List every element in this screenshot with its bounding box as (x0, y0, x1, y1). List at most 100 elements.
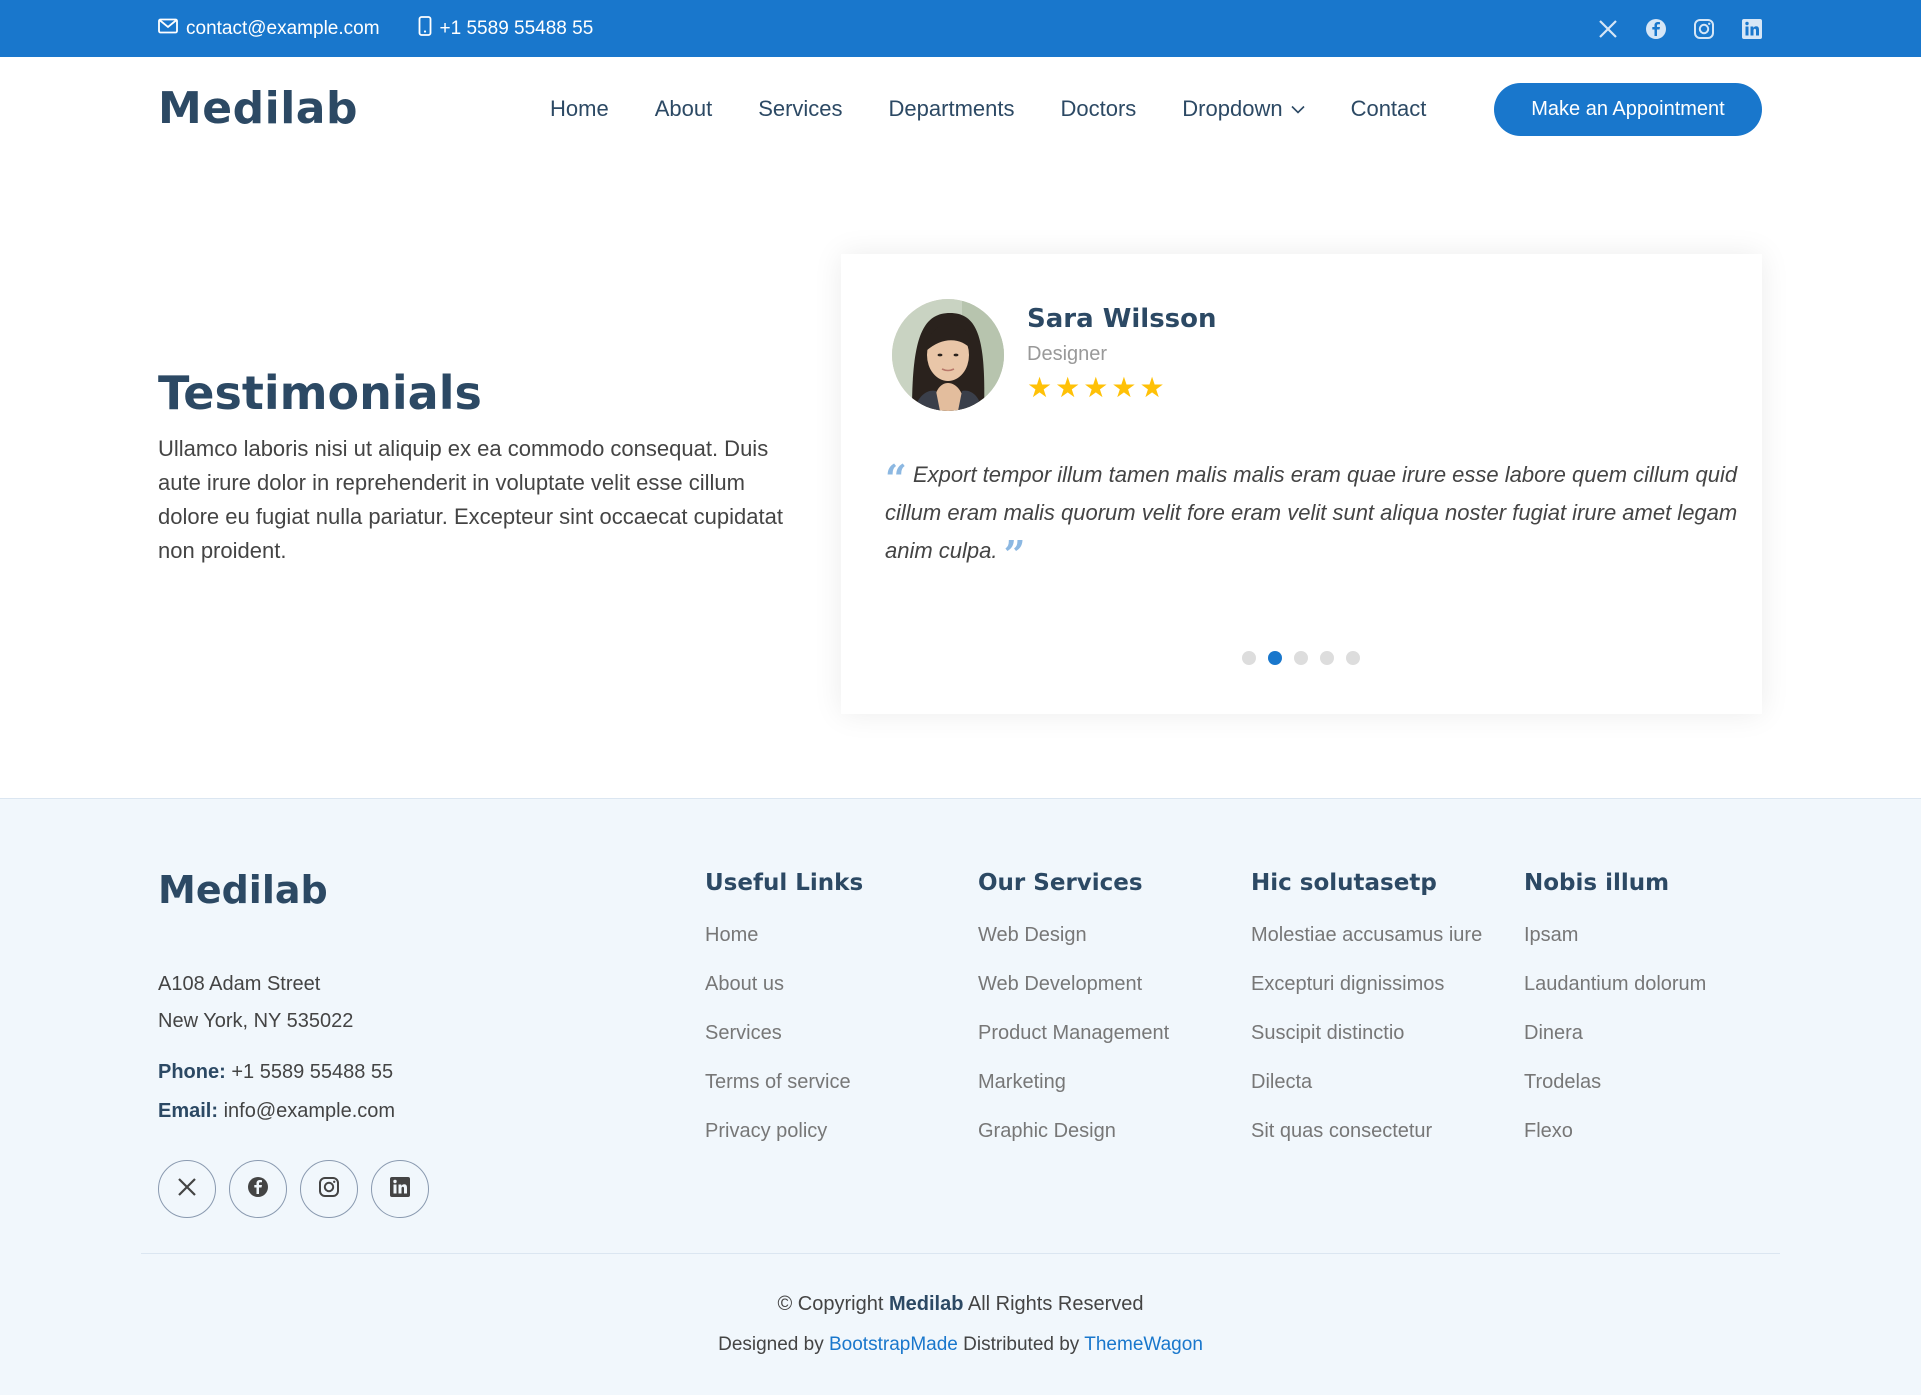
x-icon[interactable] (1597, 18, 1619, 40)
copyright-brand: Medilab (888, 1293, 964, 1315)
make-appointment-button[interactable]: Make an Appointment (1494, 83, 1762, 136)
footer-link[interactable]: Flexo (1524, 1120, 1706, 1169)
footer-link[interactable]: Terms of service (705, 1071, 863, 1120)
footer-instagram-button[interactable] (300, 1160, 358, 1218)
footer-address-line2: New York, NY 535022 (158, 1010, 354, 1032)
footer-link[interactable]: Ipsam (1524, 924, 1706, 973)
facebook-icon (247, 1176, 269, 1203)
x-icon (177, 1177, 197, 1202)
instagram-icon[interactable] (1693, 18, 1715, 40)
footer-column-useful-links: Useful Links Home About us Services Term… (705, 870, 863, 1169)
avatar (892, 299, 1004, 411)
nav-doctors[interactable]: Doctors (1061, 96, 1137, 122)
star-icon: ★ (1055, 372, 1081, 403)
quote-right-icon: ” (1003, 532, 1026, 577)
linkedin-icon (389, 1176, 411, 1203)
star-icon: ★ (1027, 372, 1053, 403)
footer-divider (141, 1253, 1780, 1254)
footer-column-title: Hic solutasetp (1251, 870, 1437, 896)
footer-column-hic-solutasetp: Hic solutasetp Molestiae accusamus iure … (1251, 870, 1482, 1169)
footer-column-nobis-illum: Nobis illum Ipsam Laudantium dolorum Din… (1524, 870, 1706, 1169)
footer-socials (158, 1160, 429, 1218)
footer-x-button[interactable] (158, 1160, 216, 1218)
nav-dropdown[interactable]: Dropdown (1182, 96, 1305, 122)
carousel-dot[interactable] (1320, 651, 1334, 665)
testimonials-title: Testimonials (158, 366, 482, 420)
footer-email-label: Email: (158, 1100, 219, 1122)
star-icon: ★ (1139, 372, 1165, 403)
footer-logo[interactable]: Medilab (158, 868, 328, 912)
nav-services[interactable]: Services (758, 96, 842, 122)
designed-by-label: Designed by (718, 1334, 824, 1355)
themewagon-link[interactable]: ThemeWagon (1084, 1334, 1203, 1355)
star-icon: ★ (1083, 372, 1109, 403)
phone-icon (418, 15, 432, 42)
footer-address-line1: A108 Adam Street (158, 973, 321, 995)
topbar-phone[interactable]: +1 5589 55488 55 (418, 15, 594, 42)
topbar: contact@example.com +1 5589 55488 55 (0, 0, 1921, 57)
footer-link[interactable]: Web Design (978, 924, 1169, 973)
facebook-icon[interactable] (1645, 18, 1667, 40)
footer-phone: Phone: +1 5589 55488 55 (158, 1061, 393, 1084)
chevron-down-icon (1291, 105, 1305, 114)
footer-link[interactable]: Molestiae accusamus iure (1251, 924, 1482, 973)
footer-email-value: info@example.com (223, 1100, 396, 1122)
topbar-contact: contact@example.com +1 5589 55488 55 (158, 0, 593, 57)
testimonial-card: Sara Wilsson Designer ★ ★ ★ ★ ★ “ Export… (841, 254, 1762, 714)
copyright-prefix: © Copyright (777, 1293, 884, 1315)
footer-address: A108 Adam Street New York, NY 535022 (158, 966, 353, 1040)
footer-link[interactable]: Graphic Design (978, 1120, 1169, 1169)
main-nav: Home About Services Departments Doctors … (550, 57, 1426, 161)
testimonial-role: Designer (1027, 343, 1108, 365)
carousel-dot[interactable] (1346, 651, 1360, 665)
nav-departments[interactable]: Departments (889, 96, 1015, 122)
footer-link[interactable]: Sit quas consectetur (1251, 1120, 1482, 1169)
distributed-by-label: Distributed by (963, 1334, 1080, 1355)
footer-linkedin-button[interactable] (371, 1160, 429, 1218)
footer-link[interactable]: Excepturi dignissimos (1251, 973, 1482, 1022)
carousel-dot-active[interactable] (1268, 651, 1282, 665)
footer-column-title: Useful Links (705, 870, 864, 896)
topbar-email-text: contact@example.com (186, 17, 380, 39)
credits: Designed by BootstrapMade Distributed by… (0, 1334, 1921, 1356)
carousel-pagination (1242, 651, 1360, 665)
testimonial-name: Sara Wilsson (1027, 304, 1217, 334)
footer-link[interactable]: Privacy policy (705, 1120, 863, 1169)
quote-left-icon: “ (885, 456, 907, 501)
site-header: Medilab Home About Services Departments … (0, 57, 1921, 161)
footer-column-title: Our Services (978, 870, 1143, 896)
copyright-suffix: All Rights Reserved (967, 1293, 1144, 1315)
carousel-dot[interactable] (1294, 651, 1308, 665)
nav-dropdown-label: Dropdown (1182, 96, 1283, 121)
footer-link[interactable]: Services (705, 1022, 863, 1071)
footer-link[interactable]: Suscipit distinctio (1251, 1022, 1482, 1071)
nav-contact[interactable]: Contact (1351, 96, 1427, 122)
testimonial-quote: “ Export tempor illum tamen malis malis … (885, 456, 1745, 574)
linkedin-icon[interactable] (1741, 18, 1763, 40)
footer-link[interactable]: Web Development (978, 973, 1169, 1022)
footer-link[interactable]: Home (705, 924, 863, 973)
footer-phone-value: +1 5589 55488 55 (231, 1061, 394, 1083)
nav-home[interactable]: Home (550, 96, 609, 122)
footer-link[interactable]: Dilecta (1251, 1071, 1482, 1120)
instagram-icon (318, 1176, 340, 1203)
footer-link[interactable]: About us (705, 973, 863, 1022)
footer-facebook-button[interactable] (229, 1160, 287, 1218)
topbar-email[interactable]: contact@example.com (158, 18, 380, 40)
copyright: © Copyright Medilab All Rights Reserved (0, 1293, 1921, 1316)
footer-link[interactable]: Product Management (978, 1022, 1169, 1071)
nav-about[interactable]: About (655, 96, 713, 122)
footer-link[interactable]: Laudantium dolorum (1524, 973, 1706, 1022)
footer-phone-label: Phone: (158, 1061, 226, 1083)
carousel-dot[interactable] (1242, 651, 1256, 665)
topbar-phone-text: +1 5589 55488 55 (439, 17, 594, 39)
bootstrapmade-link[interactable]: BootstrapMade (829, 1334, 958, 1355)
footer-link[interactable]: Marketing (978, 1071, 1169, 1120)
star-rating: ★ ★ ★ ★ ★ (1027, 374, 1165, 402)
footer-link[interactable]: Trodelas (1524, 1071, 1706, 1120)
site-logo[interactable]: Medilab (158, 83, 358, 134)
topbar-socials (1597, 0, 1763, 57)
footer-link[interactable]: Dinera (1524, 1022, 1706, 1071)
testimonials-description: Ullamco laboris nisi ut aliquip ex ea co… (158, 436, 783, 563)
star-icon: ★ (1111, 372, 1137, 403)
